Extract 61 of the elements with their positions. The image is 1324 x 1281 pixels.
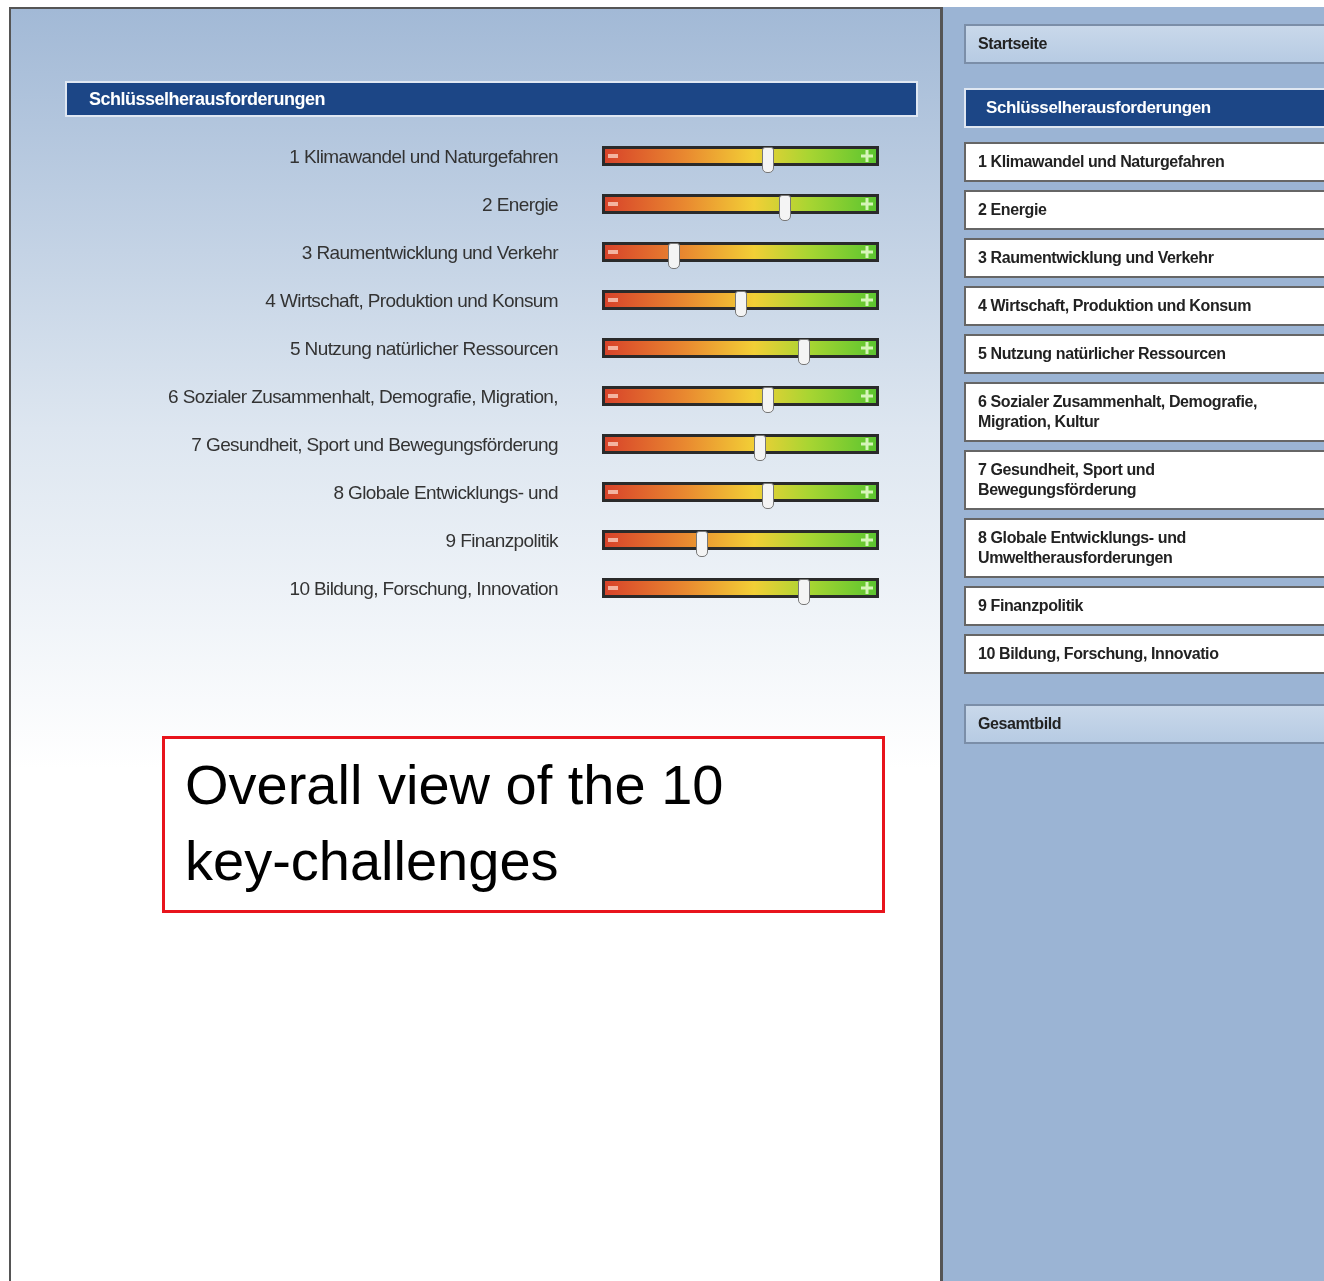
- slider-label: 7 Gesundheit, Sport und Bewegungsförderung: [190, 434, 558, 456]
- minus-icon: [608, 346, 618, 350]
- sidebar-item[interactable]: 2 Energie: [964, 190, 1324, 230]
- slider-label: 3 Raumentwicklung und Verkehr: [300, 242, 558, 264]
- plus-icon: [861, 246, 873, 258]
- rating-slider[interactable]: [602, 386, 879, 414]
- plus-icon: [861, 582, 873, 594]
- minus-icon: [608, 442, 618, 446]
- slider-label: 9 Finanzpolitik: [444, 530, 558, 552]
- minus-icon: [608, 298, 618, 302]
- plus-icon: [861, 342, 873, 354]
- rating-slider[interactable]: [602, 578, 879, 606]
- slider-thumb[interactable]: [798, 339, 811, 365]
- slider-thumb[interactable]: [798, 579, 811, 605]
- slider-label: 8 Globale Entwicklungs- und: [332, 482, 558, 504]
- rating-slider[interactable]: [602, 194, 879, 222]
- minus-icon: [608, 586, 618, 590]
- annotation-text: Overall view of the 10 key-challenges: [162, 736, 885, 913]
- minus-icon: [608, 538, 618, 542]
- slider-thumb[interactable]: [668, 243, 680, 269]
- sidebar-link[interactable]: Startseite: [964, 24, 1324, 64]
- sidebar-item[interactable]: 3 Raumentwicklung und Verkehr: [964, 238, 1324, 278]
- rating-slider[interactable]: [602, 146, 879, 174]
- sidebar-item[interactable]: 10 Bildung, Forschung, Innovatio: [964, 634, 1324, 674]
- sidebar-heading[interactable]: Schlüsselherausforderungen: [964, 88, 1324, 128]
- plus-icon: [861, 390, 873, 402]
- slider-label: 5 Nutzung natürlicher Ressourcen: [288, 338, 558, 360]
- minus-icon: [608, 490, 618, 494]
- slider-label: 10 Bildung, Forschung, Innovation: [288, 578, 558, 600]
- sidebar-item[interactable]: 6 Sozialer Zusammenhalt, Demografie, Migration, Kultur: [964, 382, 1324, 442]
- plus-icon: [861, 294, 873, 306]
- slider-thumb[interactable]: [762, 387, 775, 413]
- minus-icon: [608, 250, 618, 254]
- rating-slider[interactable]: [602, 338, 879, 366]
- slider-label: 2 Energie: [481, 194, 558, 216]
- minus-icon: [608, 202, 618, 206]
- sidebar-item[interactable]: 9 Finanzpolitik: [964, 586, 1324, 626]
- rating-slider[interactable]: [602, 482, 879, 510]
- rating-slider[interactable]: [602, 530, 879, 558]
- slider-label: 6 Sozialer Zusammenhalt, Demografie, Migration,: [167, 386, 558, 408]
- sidebar-link[interactable]: Gesamtbild: [964, 704, 1324, 744]
- sidebar-item[interactable]: 7 Gesundheit, Sport und Bewegungsförderung: [964, 450, 1324, 510]
- slider-label: 4 Wirtschaft, Produktion und Konsum: [264, 290, 558, 312]
- section-heading: Schlüsselherausforderungen: [65, 81, 918, 117]
- plus-icon: [861, 150, 873, 162]
- plus-icon: [861, 534, 873, 546]
- plus-icon: [861, 198, 873, 210]
- plus-icon: [861, 486, 873, 498]
- sidebar-item[interactable]: 4 Wirtschaft, Produktion und Konsum: [964, 286, 1324, 326]
- slider-thumb[interactable]: [762, 147, 775, 173]
- sidebar-item[interactable]: 1 Klimawandel und Naturgefahren: [964, 142, 1324, 182]
- plus-icon: [861, 438, 873, 450]
- rating-slider[interactable]: [602, 290, 879, 318]
- rating-slider[interactable]: [602, 434, 879, 462]
- sidebar-item[interactable]: 8 Globale Entwicklungs- und Umweltherausforderungen: [964, 518, 1324, 578]
- slider-thumb[interactable]: [762, 483, 775, 509]
- sidebar-item[interactable]: 5 Nutzung natürlicher Ressourcen: [964, 334, 1324, 374]
- slider-label: 1 Klimawandel und Naturgefahren: [288, 146, 558, 168]
- minus-icon: [608, 154, 618, 158]
- rating-slider[interactable]: [602, 242, 879, 270]
- minus-icon: [608, 394, 618, 398]
